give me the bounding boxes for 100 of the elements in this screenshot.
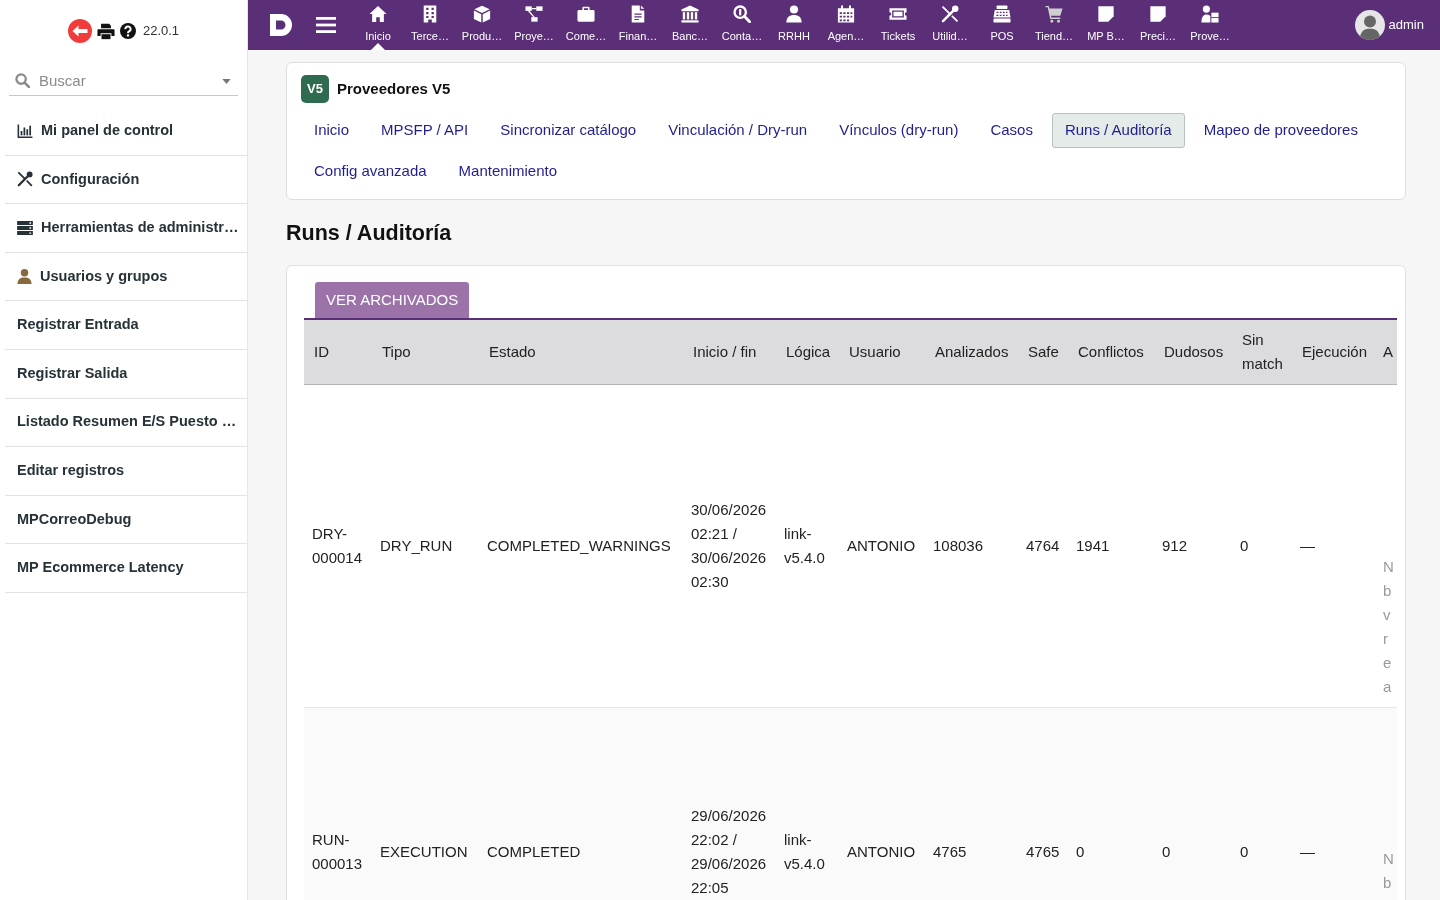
column-header[interactable]: Usuario [839, 319, 925, 385]
nav-item[interactable]: Preci… [1132, 0, 1184, 50]
column-header[interactable]: Estado [479, 319, 683, 385]
user-menu[interactable]: admin [1354, 10, 1424, 40]
ticket-icon[interactable] [889, 5, 907, 23]
sidebar-item[interactable]: MP Ecommerce Latency [5, 544, 247, 593]
table-cell: N b v r e a [1377, 384, 1397, 708]
nav-item[interactable]: POS [976, 0, 1028, 50]
column-header[interactable]: Analizados [925, 319, 1018, 385]
column-header[interactable]: Conflictos [1068, 319, 1154, 385]
person-icon[interactable] [785, 5, 803, 23]
nav-item[interactable]: Conta… [716, 0, 768, 50]
briefcase-icon[interactable] [577, 5, 595, 23]
table-cell: 4765 [1018, 707, 1068, 900]
magnifier-icon[interactable] [733, 5, 751, 23]
building-icon[interactable] [421, 5, 439, 23]
table-cell: — [1292, 707, 1377, 900]
cash-register-icon[interactable] [993, 5, 1011, 23]
table-cell: COMPLETED_WARNINGS [479, 384, 683, 708]
sidebar-item[interactable]: Registrar Salida [5, 349, 247, 399]
table-cell: COMPLETED [479, 707, 683, 900]
tab[interactable]: Mapeo de proveedores [1190, 113, 1371, 148]
column-header[interactable]: Safe [1018, 319, 1068, 385]
nav-item[interactable]: Agen… [820, 0, 872, 50]
table-cell: 1941 [1068, 384, 1154, 708]
nav-item[interactable]: Terce… [404, 0, 456, 50]
nav-item[interactable]: Banc… [664, 0, 716, 50]
logo-icon[interactable] [270, 14, 292, 36]
column-header[interactable]: Tipo [372, 319, 479, 385]
tab[interactable]: Config avanzada [301, 154, 440, 189]
table-cell: ANTONIO [839, 707, 925, 900]
tab[interactable]: Sincronizar catálogo [487, 113, 650, 148]
sidebar-item[interactable]: Editar registros [5, 447, 247, 496]
tab[interactable]: Casos [977, 113, 1046, 148]
column-header[interactable]: Ejecución [1292, 319, 1377, 385]
nav-item[interactable]: Tiend… [1028, 0, 1080, 50]
module-badge: V5 [301, 75, 329, 103]
nav-item[interactable]: RRHH [768, 0, 820, 50]
column-header[interactable]: A [1377, 319, 1397, 385]
house-icon[interactable] [369, 5, 387, 23]
note-icon[interactable] [1097, 5, 1115, 23]
table-cell: DRY-000014 [304, 384, 372, 708]
nav-item[interactable]: Utilid… [924, 0, 976, 50]
table-cell: DRY_RUN [372, 384, 479, 708]
version-label: 22.0.1 [142, 22, 180, 41]
printer-icon[interactable] [96, 22, 115, 40]
column-header[interactable]: Dudosos [1154, 319, 1232, 385]
nav-item[interactable]: Inicio [352, 0, 404, 50]
column-header[interactable]: Sin match [1232, 319, 1292, 385]
nav-item[interactable]: Finan… [612, 0, 664, 50]
note-icon[interactable] [1149, 5, 1167, 23]
nav-item[interactable]: Prove… [1184, 0, 1236, 50]
server-icon [17, 221, 33, 235]
sidebar-item[interactable]: Usuarios y grupos [5, 252, 247, 302]
tab[interactable]: Vínculos (dry-run) [826, 113, 972, 148]
caret-icon[interactable] [222, 79, 231, 84]
diagram-icon[interactable] [525, 5, 543, 23]
person-box-icon[interactable] [1201, 5, 1219, 23]
column-header[interactable]: Inicio / fin [683, 319, 776, 385]
table-cell: 30/06/2026 02:21 / 30/06/2026 02:30 [683, 384, 776, 708]
tab[interactable]: Vinculación / Dry-run [655, 113, 821, 148]
column-header[interactable]: Lógica [776, 319, 839, 385]
sidebar-item[interactable]: Registrar Entrada [5, 301, 247, 350]
table-cell: — [1292, 384, 1377, 708]
document-icon[interactable] [629, 5, 647, 23]
sidebar-item[interactable]: MPCorreoDebug [5, 495, 247, 545]
menu-icon[interactable] [316, 17, 336, 33]
calendar-icon[interactable] [837, 5, 855, 23]
tab[interactable]: Inicio [301, 113, 363, 148]
nav-item[interactable]: Tickets [872, 0, 924, 50]
sidebar-item[interactable]: Herramientas de administr… [5, 204, 247, 253]
avatar-icon[interactable] [1354, 10, 1385, 40]
tab[interactable]: Mantenimiento [445, 154, 570, 189]
table-cell: 4764 [1018, 384, 1068, 708]
page-title: Runs / Auditoría [286, 220, 453, 246]
bank-icon[interactable] [681, 5, 699, 23]
archive-button[interactable]: VER ARCHIVADOS [315, 282, 470, 318]
sidebar-item[interactable]: Listado Resumen E/S Puesto … [5, 398, 247, 448]
column-header[interactable]: ID [304, 319, 372, 385]
tools-icon[interactable] [941, 5, 959, 23]
sidebar-item[interactable]: Configuración [5, 155, 247, 205]
cart-icon[interactable] [1045, 5, 1063, 23]
table-cell: 4765 [925, 707, 1018, 900]
nav-item[interactable]: Come… [560, 0, 612, 50]
table-cell: 108036 [925, 384, 1018, 708]
nav-item[interactable]: Proye… [508, 0, 560, 50]
person-icon [17, 269, 32, 285]
table-cell: 912 [1154, 384, 1232, 708]
search-icon [15, 73, 30, 88]
nav-item[interactable]: Produ… [456, 0, 508, 50]
nav-item[interactable]: MP B… [1080, 0, 1132, 50]
tab[interactable]: MPSFP / API [368, 113, 482, 148]
help-icon[interactable] [119, 23, 136, 39]
table-cell: EXECUTION [372, 707, 479, 900]
search-field[interactable]: Buscar [9, 66, 238, 96]
tab[interactable]: Runs / Auditoría [1051, 113, 1185, 148]
sidebar-item[interactable]: Mi panel de control [5, 107, 247, 156]
table-cell: link-v5.4.0 [776, 384, 839, 708]
cube-icon[interactable] [473, 5, 491, 23]
tools-icon [17, 171, 33, 188]
